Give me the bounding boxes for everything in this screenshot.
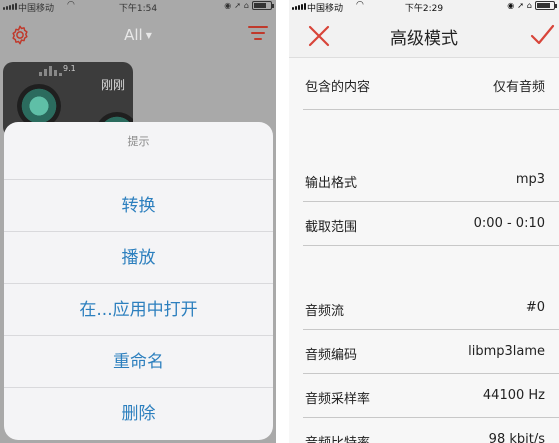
action-sheet: 提示 转换 播放 在...应用中打开 重命名 删除	[4, 122, 273, 440]
headphones-icon: ⌂	[243, 1, 249, 10]
thumbnail-number: 9.1	[63, 64, 76, 73]
setting-row-format[interactable]: 输出格式 mp3	[303, 158, 559, 202]
action-rename[interactable]: 重命名	[4, 336, 273, 388]
setting-row-content[interactable]: 包含的内容 仅有音频	[303, 58, 559, 110]
action-sheet-title: 提示	[4, 122, 273, 180]
nav-bar: 中国移动 ◠ 下午2:29 ◉ ➚ ⌂ 高级模式	[289, 0, 559, 58]
status-bar: 中国移动 ◠ 下午2:29 ◉ ➚ ⌂	[289, 0, 559, 14]
setting-label: 音频采样率	[305, 392, 371, 407]
location-icon: ➚	[517, 1, 524, 10]
setting-label: 截取范围	[305, 220, 358, 235]
left-screen: 中国移动 ◠ 下午1:54 ◉ ➚ ⌂ All ▼ 9.1 刚刚 提示 转换 播…	[0, 0, 276, 443]
setting-label: 音频比特率	[305, 432, 370, 443]
filter-dropdown-label: All	[124, 26, 143, 44]
location-icon: ➚	[234, 1, 241, 10]
setting-row-range[interactable]: 截取范围 0:00 - 0:10	[303, 202, 559, 246]
filter-dropdown[interactable]: All ▼	[0, 26, 276, 44]
chevron-down-icon: ▼	[145, 31, 152, 40]
setting-row-audio-stream[interactable]: 音频流 #0	[303, 286, 559, 330]
setting-label: 包含的内容	[305, 80, 371, 95]
battery-icon	[535, 1, 557, 10]
setting-label: 输出格式	[305, 176, 358, 191]
setting-value: mp3	[515, 172, 545, 187]
setting-label: 音频流	[305, 304, 345, 319]
action-delete[interactable]: 删除	[4, 388, 273, 440]
headphones-icon: ⌂	[526, 1, 532, 10]
alarm-icon: ◉	[507, 1, 515, 10]
page-title: 高级模式	[390, 29, 458, 49]
checkmark-icon[interactable]	[529, 22, 555, 48]
battery-icon	[252, 1, 274, 10]
action-convert[interactable]: 转换	[4, 180, 273, 232]
setting-row-sample-rate[interactable]: 音频采样率 44100 Hz	[303, 374, 559, 418]
setting-value: 44100 Hz	[482, 388, 545, 403]
filter-icon[interactable]	[248, 26, 268, 44]
setting-value: 仅有音频	[492, 80, 545, 95]
action-play[interactable]: 播放	[4, 232, 273, 284]
nav-bar: All ▼	[0, 14, 276, 58]
settings-list: 包含的内容 仅有音频 输出格式 mp3 截取范围 0:00 - 0:10 音频流…	[289, 58, 559, 443]
setting-value: 98 kbit/s	[488, 432, 545, 443]
status-bar: 中国移动 ◠ 下午1:54 ◉ ➚ ⌂	[0, 0, 276, 14]
setting-value: libmp3lame	[468, 344, 545, 359]
screen-divider	[276, 0, 289, 443]
setting-value: 0:00 - 0:10	[473, 216, 545, 231]
setting-value: #0	[525, 300, 545, 315]
file-time-label: 刚刚	[100, 78, 125, 92]
action-open-in-app[interactable]: 在...应用中打开	[4, 284, 273, 336]
alarm-icon: ◉	[224, 1, 232, 10]
setting-row-audio-codec[interactable]: 音频编码 libmp3lame	[303, 330, 559, 374]
right-screen: 中国移动 ◠ 下午2:29 ◉ ➚ ⌂ 高级模式 包含的内容 仅有音频 输出格式…	[289, 0, 559, 443]
setting-label: 音频编码	[305, 348, 358, 363]
setting-row-bitrate[interactable]: 音频比特率 98 kbit/s	[303, 418, 559, 443]
